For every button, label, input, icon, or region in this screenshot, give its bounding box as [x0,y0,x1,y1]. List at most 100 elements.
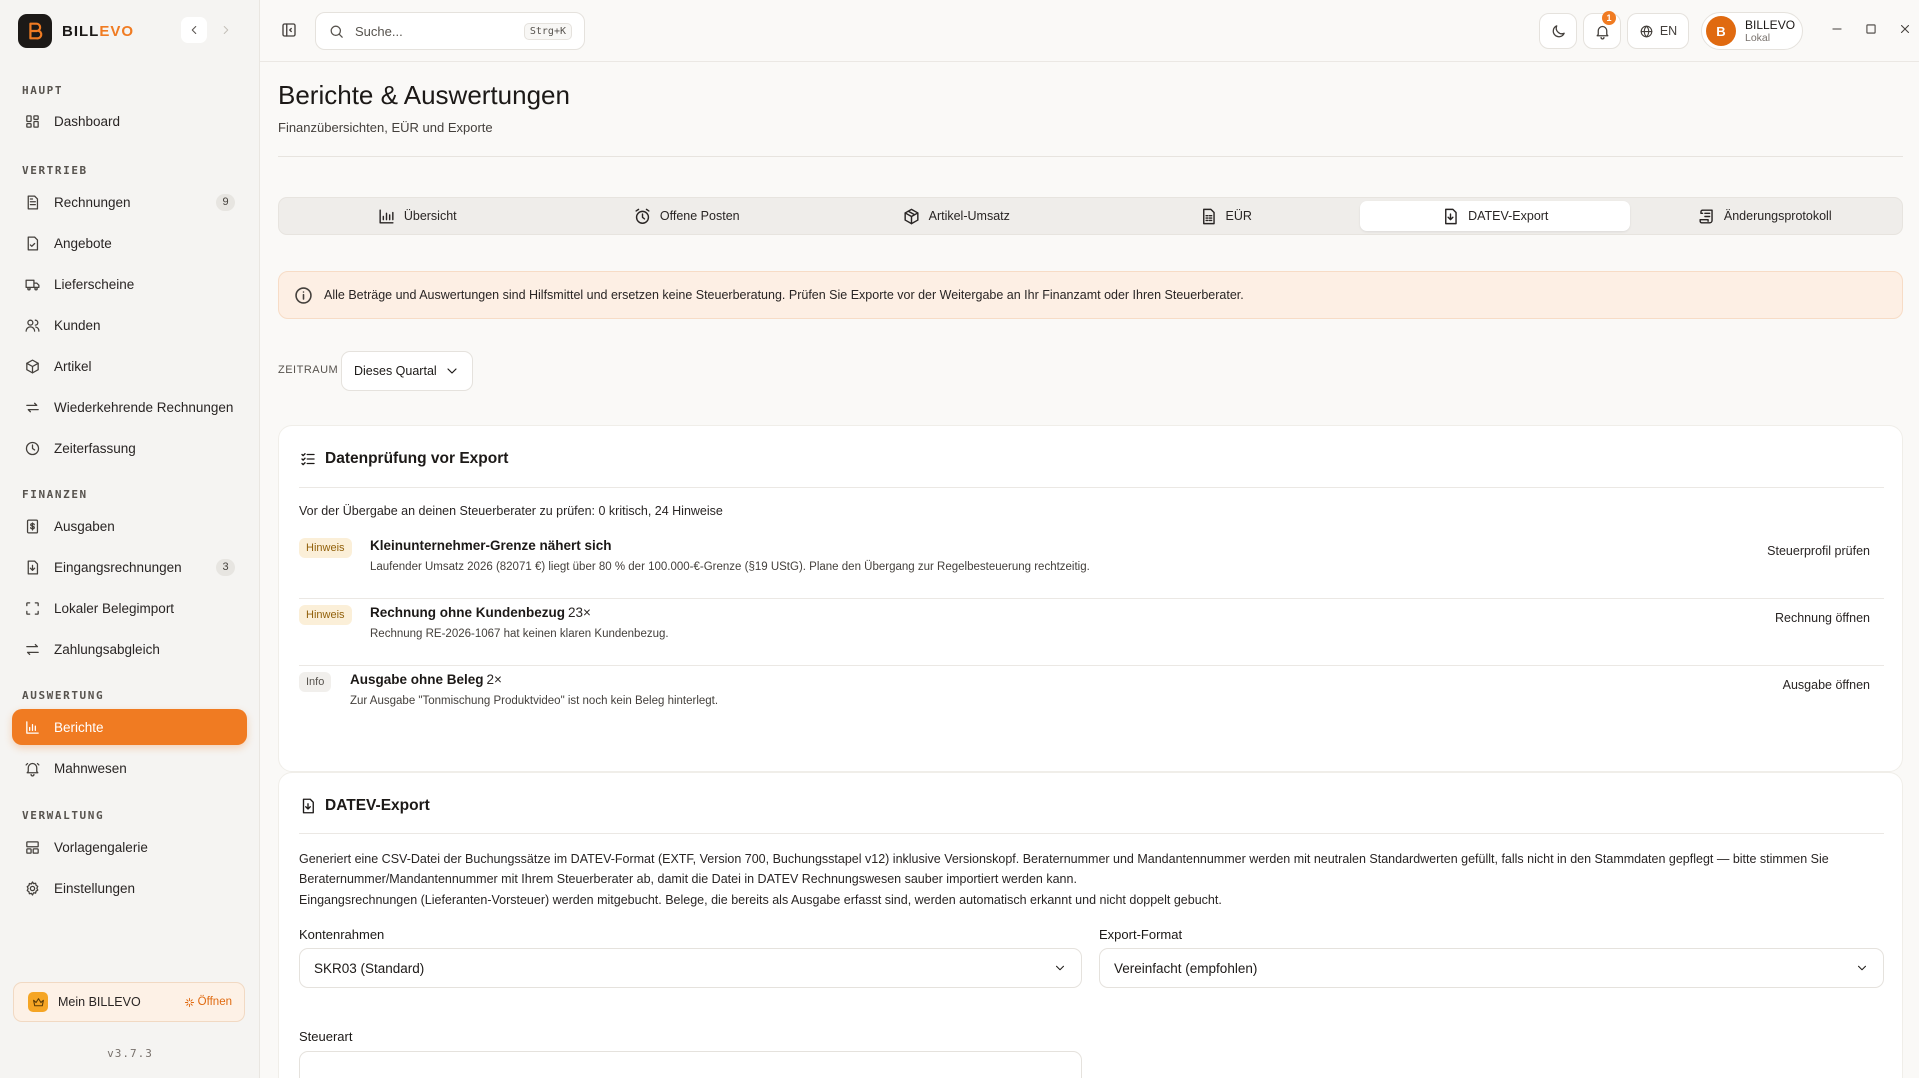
sidebar-item-label: Zahlungsabgleich [54,641,160,657]
sidebar-item-berichte[interactable]: Berichte [12,709,247,745]
notification-count-badge: 1 [1602,11,1616,25]
steuerart-select[interactable] [299,1051,1082,1078]
divider [299,665,1884,666]
issue-description: Laufender Umsatz 2026 (82071 €) liegt üb… [370,561,1090,573]
spreadsheet-document-icon [1202,208,1215,224]
file-download-icon [1445,208,1457,224]
maximize-window-button[interactable] [1864,22,1878,36]
sidebar-item-lieferscheine[interactable]: Lieferscheine [12,266,247,302]
user-menu-button[interactable]: B BILLEVO Lokal [1701,12,1803,50]
sidebar-item-angebote[interactable]: Angebote [12,225,247,261]
mein-billevo-label: Mein BILLEVO [58,995,141,1009]
open-mein-billevo-link[interactable]: Öffnen [184,996,232,1008]
sidebar-item-artikel[interactable]: Artikel [12,348,247,384]
sidebar-item-belegimport[interactable]: Lokaler Belegimport [12,590,247,626]
close-window-button[interactable] [1898,22,1912,36]
minimize-icon [1832,28,1842,30]
checklist-icon [301,453,315,466]
sidebar-item-label: Einstellungen [54,880,136,896]
sidebar-item-mahnwesen[interactable]: Mahnwesen [12,750,247,786]
info-icon [295,286,312,304]
sidebar-item-label: Ausgaben [54,518,115,534]
datev-export-title: DATEV-Export [299,797,430,815]
mein-billevo-card[interactable]: Mein BILLEVO Öffnen [13,982,245,1022]
avatar: B [1706,16,1736,46]
kontenrahmen-value: SKR03 (Standard) [314,960,425,976]
language-button[interactable]: EN [1627,13,1689,49]
brand[interactable]: BILLEVO [18,14,134,48]
close-icon [1900,24,1910,34]
sidebar-item-rechnungen[interactable]: Rechnungen 9 [12,184,247,220]
data-check-summary: Vor der Übergabe an deinen Steuerberater… [299,504,723,518]
data-check-title: Datenprüfung vor Export [299,450,508,468]
dashboard-icon [26,114,39,128]
sidebar-toggle-button[interactable] [280,21,298,39]
search-icon [330,25,343,38]
divider [299,598,1884,599]
export-format-select[interactable]: Vereinfacht (empfohlen) [1099,948,1884,988]
tab-open-items[interactable]: Offene Posten [552,201,822,231]
scan-icon [26,601,39,615]
sidebar-item-wiederkehrend[interactable]: Wiederkehrende Rechnungen [12,389,247,425]
sidebar-item-einstellungen[interactable]: Einstellungen [12,870,247,906]
kontenrahmen-label: Kontenrahmen [299,927,385,942]
theme-toggle-button[interactable] [1539,13,1577,49]
page-title: Berichte & Auswertungen [278,80,570,110]
brand-name: BILLEVO [62,22,135,40]
data-check-card: Datenprüfung vor Export Vor der Übergabe… [278,425,1903,772]
forward-button[interactable] [213,17,239,43]
export-format-value: Vereinfacht (empfohlen) [1114,960,1258,976]
period-value: Dieses Quartal [354,364,437,378]
divider [299,833,1884,834]
sidebar-item-label: Angebote [54,235,112,251]
quote-document-icon [27,235,39,251]
export-format-label: Export-Format [1099,927,1183,942]
search-box[interactable]: Strg+K [315,12,585,50]
section-vertrieb: VERTRIEB [22,164,88,177]
issue-row: Hinweis Rechnung ohne Kundenbezug 23× Rec… [299,603,1884,666]
tab-article-revenue[interactable]: Artikel-Umsatz [821,201,1091,231]
period-select[interactable]: Dieses Quartal [341,351,473,391]
sidebar-item-dashboard[interactable]: Dashboard [12,103,247,139]
kontenrahmen-select[interactable]: SKR03 (Standard) [299,948,1082,988]
app-version: v3.7.3 [107,1047,153,1060]
sidebar-item-ausgaben[interactable]: Ausgaben [12,508,247,544]
issue-action-link[interactable]: Rechnung öffnen [1775,611,1870,625]
issue-title: Ausgabe ohne Beleg 2× [350,672,502,687]
topbar: Strg+K 1 EN B BILLEVO Lokal [260,0,1919,62]
users-icon [25,319,40,332]
issue-action-link[interactable]: Steuerprofil prüfen [1767,544,1870,558]
tab-overview[interactable]: Übersicht [282,201,552,231]
issue-action-link[interactable]: Ausgabe öffnen [1783,678,1870,692]
issue-title: Rechnung ohne Kundenbezug 23× [370,605,591,620]
tab-datev-export[interactable]: DATEV-Export [1360,201,1630,231]
notice-text: Alle Beträge und Auswertungen sind Hilfs… [324,288,1244,302]
tab-changelog[interactable]: Änderungsprotokoll [1630,201,1900,231]
sidebar-item-kunden[interactable]: Kunden [12,307,247,343]
issue-row: Info Ausgabe ohne Beleg 2× Zur Ausgabe "T… [299,670,1884,726]
steuerart-label: Steuerart [299,1029,353,1044]
tab-eur[interactable]: EÜR [1091,201,1361,231]
sidebar-item-label: Lieferscheine [54,276,135,292]
section-finanzen: FINANZEN [22,488,88,501]
issue-title: Kleinunternehmer-Grenze nähert sich [370,538,612,553]
chevron-down-icon [447,368,457,374]
file-download-icon [302,798,314,814]
sidebar-item-label: Mahnwesen [54,760,127,776]
arrows-exchange-icon [26,643,39,655]
sidebar-item-label: Eingangsrechnungen [54,559,182,575]
sidebar-item-zahlungsabgleich[interactable]: Zahlungsabgleich [12,631,247,667]
sidebar-item-eingangsrechnungen[interactable]: Eingangsrechnungen 3 [12,549,247,585]
search-input[interactable] [355,23,505,39]
bell-icon [1596,25,1608,40]
tax-disclaimer-notice: Alle Beträge und Auswertungen sind Hilfs… [278,271,1903,319]
notifications-button[interactable]: 1 [1583,11,1621,49]
section-auswertung: AUSWERTUNG [22,689,105,702]
back-button[interactable] [181,17,207,43]
sidebar-item-vorlagengalerie[interactable]: Vorlagengalerie [12,829,247,865]
user-name: BILLEVO [1745,17,1796,32]
sidebar-item-zeiterfassung[interactable]: Zeiterfassung [12,430,247,466]
bar-chart-icon [379,208,394,224]
sidebar-item-label: Dashboard [54,113,121,129]
minimize-window-button[interactable] [1830,22,1844,36]
